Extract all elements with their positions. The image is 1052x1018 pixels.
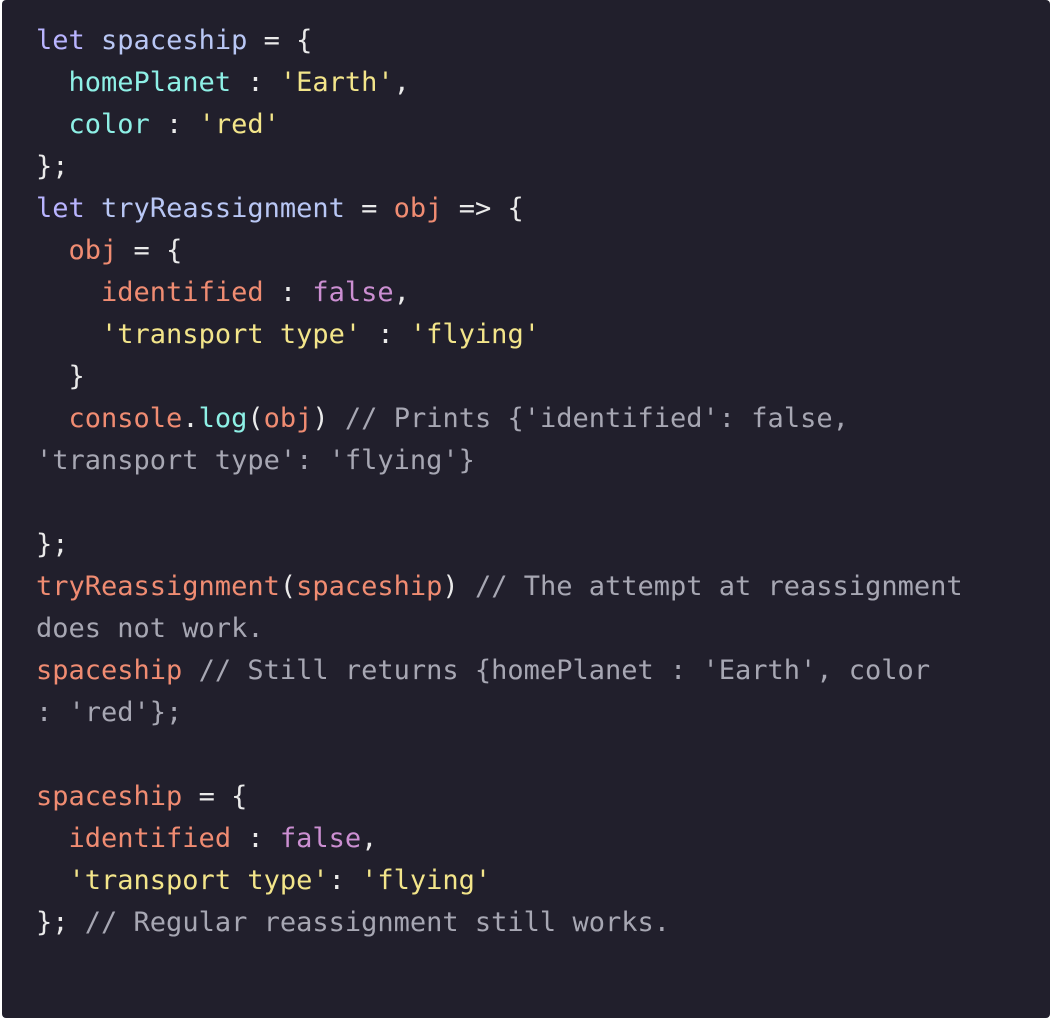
code-token-bool: false	[279, 823, 362, 854]
code-line: identified : false,	[36, 272, 1050, 314]
code-token-plain: = {	[182, 781, 248, 812]
code-token-plain: = {	[117, 235, 183, 266]
code-token-keyword: let	[36, 193, 85, 224]
code-line: identified : false,	[36, 818, 1050, 860]
code-line: }	[36, 356, 1050, 398]
code-token-string: 'transport type'	[101, 319, 362, 350]
code-token-string: 'flying'	[361, 865, 492, 896]
code-token-plain: )	[442, 571, 475, 602]
code-token-plain: :	[231, 67, 280, 98]
code-line: 'transport type': 'flying'	[36, 860, 1050, 902]
code-token-param: tryReassignment	[36, 571, 280, 602]
code-line: console.log(obj) // Prints {'identified'…	[36, 398, 1050, 440]
code-block: let spaceship = { homePlanet : 'Earth', …	[2, 0, 1050, 1018]
code-token-param: spaceship	[296, 571, 443, 602]
code-token-param: obj	[393, 193, 443, 224]
code-token-param: obj	[263, 403, 313, 434]
code-line: color : 'red'	[36, 104, 1050, 146]
code-line: does not work.	[36, 608, 1050, 650]
code-token-comment: // Regular reassignment still works.	[84, 907, 670, 938]
code-token-plain: => {	[442, 193, 524, 224]
code-token-plain: = {	[247, 25, 313, 56]
code-token-plain: }	[36, 361, 85, 392]
code-token-param: identified	[68, 823, 232, 854]
code-token-plain: :	[328, 865, 362, 896]
code-token-plain: .	[182, 403, 199, 434]
code-lines: let spaceship = { homePlanet : 'Earth', …	[36, 20, 1050, 944]
code-line: spaceship = {	[36, 776, 1050, 818]
code-token-plain: (	[247, 403, 264, 434]
code-token-comment: // Prints {'identified': false,	[344, 403, 849, 434]
code-token-param: console	[68, 403, 183, 434]
code-token-plain: ,	[393, 277, 410, 308]
code-line: obj = {	[36, 230, 1050, 272]
code-token-plain: ,	[393, 67, 410, 98]
code-token-plain: :	[231, 823, 280, 854]
code-token-comment: : 'red'};	[36, 697, 183, 728]
code-token-ident: tryReassignment	[101, 193, 345, 224]
code-line: 'transport type' : 'flying'	[36, 314, 1050, 356]
code-line: let spaceship = {	[36, 20, 1050, 62]
code-token-comment: does not work.	[36, 613, 264, 644]
code-line: spaceship // Still returns {homePlanet :…	[36, 650, 1050, 692]
code-token-plain: )	[312, 403, 345, 434]
code-token-param: spaceship	[36, 781, 183, 812]
code-token-plain: :	[149, 109, 199, 140]
code-token-plain: (	[279, 571, 297, 602]
code-token-string: 'flying'	[409, 319, 540, 350]
code-token-param: spaceship	[36, 655, 183, 686]
code-token-prop: homePlanet	[68, 67, 232, 98]
code-token-param: obj	[68, 235, 118, 266]
code-token-comment: 'transport type': 'flying'}	[36, 445, 475, 476]
code-token-plain: };	[36, 907, 85, 938]
code-token-string: 'Earth'	[279, 67, 394, 98]
code-token-method: log	[198, 403, 248, 434]
code-line: }; // Regular reassignment still works.	[36, 902, 1050, 944]
code-line: };	[36, 146, 1050, 188]
code-token-keyword: let	[36, 25, 85, 56]
code-token-plain: };	[36, 151, 69, 182]
code-token-plain: ,	[361, 823, 378, 854]
code-token-prop: color	[68, 109, 150, 140]
code-token-string: 'red'	[198, 109, 280, 140]
code-token-comment: // The attempt at reassignment	[474, 571, 963, 602]
code-token-bool: false	[312, 277, 394, 308]
code-line: 'transport type': 'flying'}	[36, 440, 1050, 482]
code-token-plain: :	[263, 277, 313, 308]
code-line: : 'red'};	[36, 692, 1050, 734]
code-line: let tryReassignment = obj => {	[36, 188, 1050, 230]
code-token-string: 'transport type'	[68, 865, 329, 896]
code-token-comment: // Still returns {homePlanet : 'Earth', …	[198, 655, 931, 686]
code-token-ident: spaceship	[101, 25, 248, 56]
code-line: homePlanet : 'Earth',	[36, 62, 1050, 104]
code-token-plain: :	[361, 319, 410, 350]
code-token-plain: =	[344, 193, 394, 224]
code-token-plain: };	[36, 529, 69, 560]
code-line: tryReassignment(spaceship) // The attemp…	[36, 566, 1050, 608]
code-line: };	[36, 524, 1050, 566]
code-token-param: identified	[101, 277, 264, 308]
